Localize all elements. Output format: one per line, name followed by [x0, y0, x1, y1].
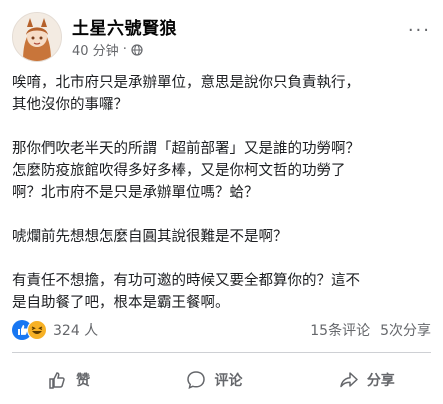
like-button[interactable]: 赞: [34, 364, 104, 396]
comment-label: 评论: [214, 373, 243, 389]
post-stats: 324 人 15条评论 5次分享: [12, 318, 431, 342]
post-paragraph: 唉唷，北市府只是承辦單位，意思是說你只負責執行， 其他沒你的事囉？: [12, 75, 360, 113]
haha-icon: [27, 320, 47, 340]
share-count[interactable]: 5次分享: [380, 320, 431, 340]
avatar[interactable]: [12, 12, 62, 62]
post-time[interactable]: 40 分钟: [72, 40, 119, 59]
post-paragraph: 有責任不想擔，有功可邀的時候又要全都算你的？這不 是自助餐了吧，根本是霸王餐啊。: [12, 273, 360, 311]
like-label: 赞: [76, 373, 91, 389]
post-paragraph: 唬爛前先想想怎麼自圓其說很難是不是啊？: [12, 229, 288, 245]
post-actions: 赞 评论 分享: [0, 358, 443, 402]
post-body: 唉唷，北市府只是承辦單位，意思是說你只負責執行， 其他沒你的事囉？ 那你們吹老半…: [12, 72, 431, 314]
divider: [12, 352, 431, 353]
reaction-count: 324 人: [53, 323, 99, 339]
avatar-illustration: [13, 13, 61, 61]
post-paragraph: 那你們吹老半天的所謂「超前部署」又是誰的功勞啊？ 怎麼防疫旅館吹得多好多棒，又是…: [12, 141, 360, 201]
reaction-icons: [12, 320, 47, 340]
share-icon: [340, 372, 358, 388]
comment-button[interactable]: 评论: [172, 364, 256, 396]
author-name[interactable]: 土星六號賢狼: [72, 14, 177, 39]
thumbs-up-icon: [49, 372, 65, 389]
share-label: 分享: [366, 373, 395, 389]
reactions-summary[interactable]: 324 人: [12, 320, 98, 340]
more-options-icon[interactable]: ···: [408, 22, 431, 40]
meta-dot: ·: [122, 42, 127, 57]
comment-icon: [187, 371, 206, 389]
facebook-post: 土星六號賢狼 40 分钟 · ··· 唉唷，北市府只是承辦單位，意思是說你只負責…: [0, 0, 443, 404]
post-meta: 40 分钟 ·: [72, 40, 143, 59]
engagement-counts: 15条评论 5次分享: [310, 320, 431, 340]
globe-icon: [131, 43, 143, 56]
post-header: 土星六號賢狼 40 分钟 · ···: [12, 12, 431, 68]
share-button[interactable]: 分享: [325, 364, 409, 396]
comment-count[interactable]: 15条评论: [310, 320, 370, 340]
